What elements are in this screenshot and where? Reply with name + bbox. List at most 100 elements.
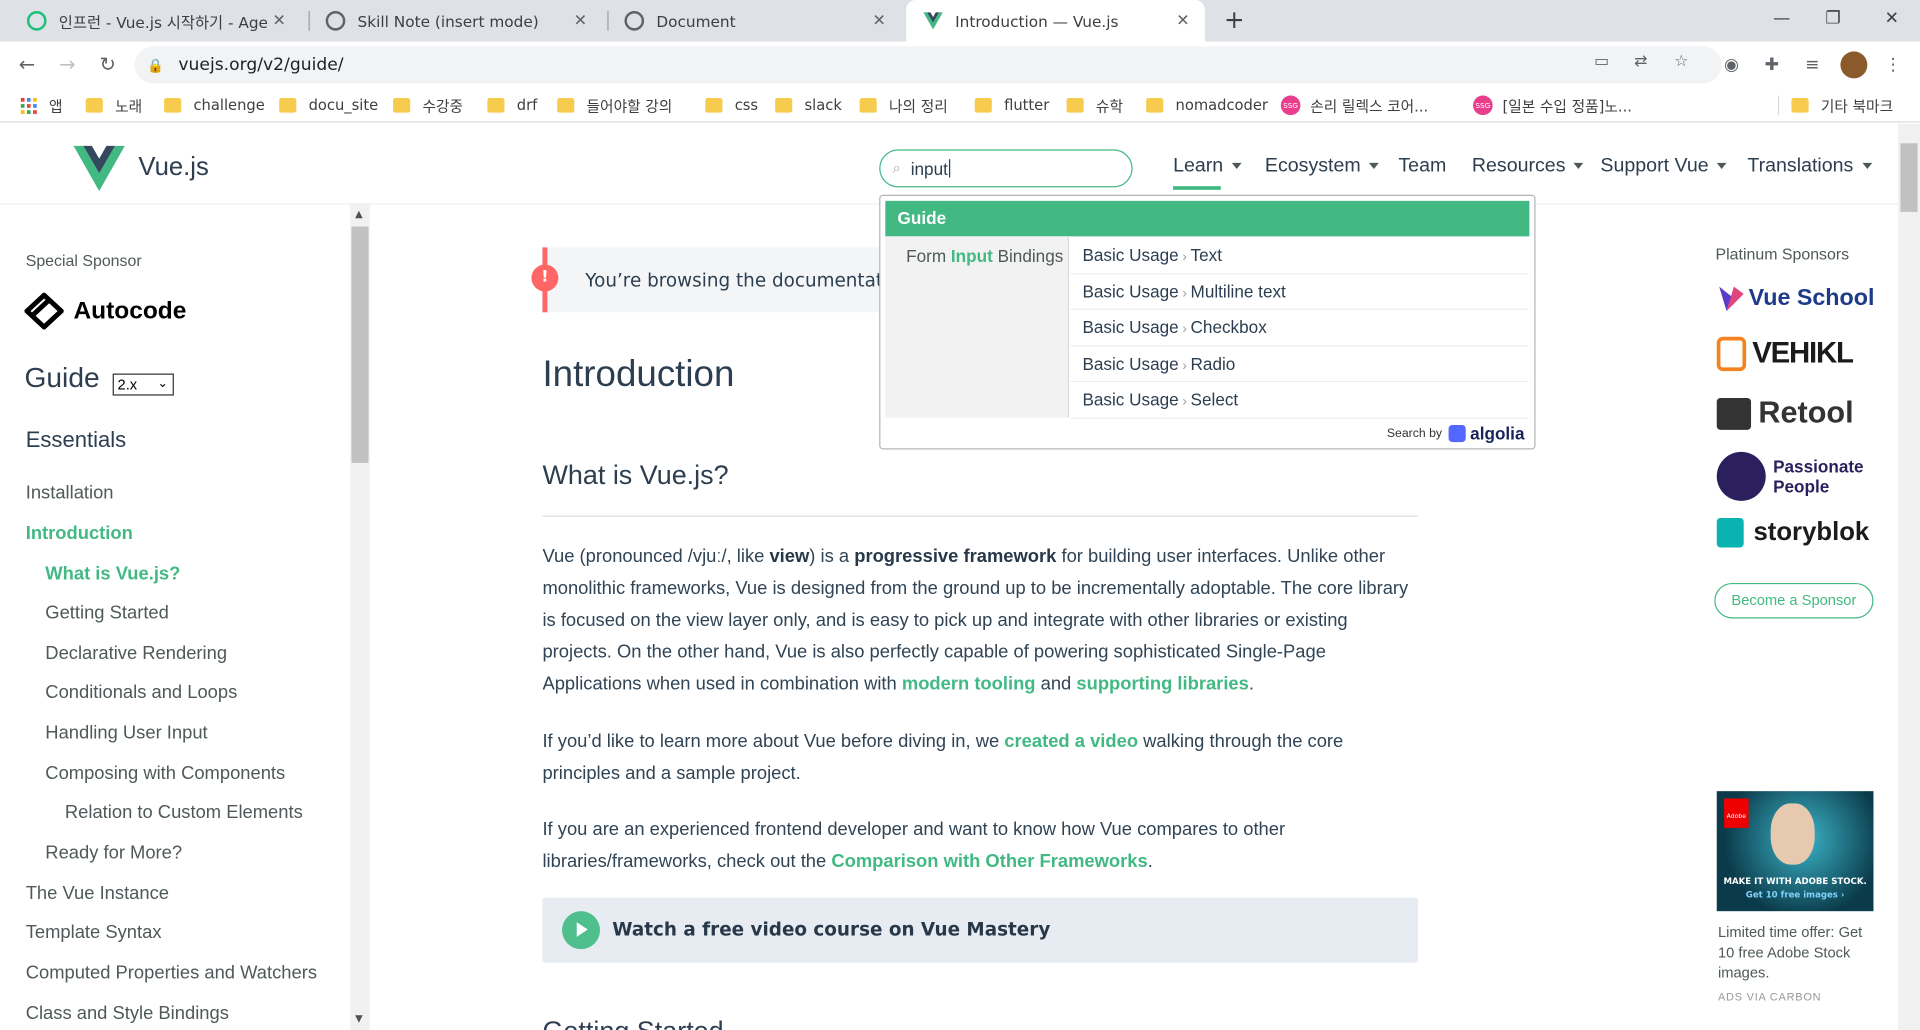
bookmark-item[interactable]: nomadcoder	[1146, 94, 1268, 116]
media-queue-icon[interactable]: ≡	[1800, 53, 1824, 77]
sidebar-subitem[interactable]: Ready for More?	[45, 843, 182, 864]
nav-resources[interactable]: Resources	[1472, 156, 1584, 178]
sponsor-retool[interactable]: Retool	[1716, 396, 1854, 432]
sidebar-subitem[interactable]: Declarative Rendering	[45, 643, 227, 664]
sponsor-vue-school[interactable]: Vue School	[1717, 284, 1874, 313]
nav-ecosystem[interactable]: Ecosystem	[1265, 156, 1380, 178]
search-result-item[interactable]: Basic Usage › Checkbox	[1070, 310, 1529, 346]
ad-text[interactable]: Limited time offer: Get 10 free Adobe St…	[1718, 922, 1877, 983]
link-modern-tooling[interactable]: modern tooling	[902, 674, 1036, 695]
scrollbar-thumb[interactable]	[351, 226, 369, 463]
browser-tab[interactable]: Skill Note (insert mode) ✕	[309, 0, 603, 42]
close-icon[interactable]: ✕	[1173, 12, 1193, 30]
vue-logo-icon[interactable]	[73, 145, 125, 196]
restore-button[interactable]: ❐	[1805, 0, 1861, 37]
sidebar-scrollbar[interactable]: ▲ ▼	[350, 204, 370, 1030]
bookmark-item[interactable]: 수강중	[393, 94, 463, 116]
sidebar-subitem[interactable]: Handling User Input	[45, 723, 207, 744]
sidebar-item[interactable]: Template Syntax	[26, 922, 162, 943]
nav-learn[interactable]: Learn	[1173, 156, 1242, 178]
results-category[interactable]: Form Input Bindings	[906, 246, 1063, 266]
search-result-item[interactable]: Basic Usage › Select	[1070, 382, 1529, 419]
sidebar-subitem[interactable]: Conditionals and Loops	[45, 682, 237, 703]
sidebar-subsubitem[interactable]: Relation to Custom Elements	[65, 802, 303, 823]
sponsor-name: storyblok	[1753, 518, 1870, 547]
bookmark-star-icon[interactable]: ☆	[1669, 50, 1693, 74]
sidebar-subitem-active[interactable]: What is Vue.js?	[45, 563, 180, 584]
bookmark-label: drf	[516, 96, 538, 114]
bookmark-item[interactable]: 들어야할 강의	[557, 94, 672, 116]
profile-avatar[interactable]	[1840, 51, 1868, 79]
special-sponsor-link[interactable]: Autocode	[24, 292, 186, 330]
nav-translations[interactable]: Translations	[1747, 156, 1872, 178]
browser-tab[interactable]: Document ✕	[607, 0, 901, 42]
scroll-up-icon[interactable]: ▲	[355, 208, 363, 219]
sidebar-item-active[interactable]: Introduction	[26, 523, 133, 544]
bookmark-item[interactable]: drf	[487, 94, 537, 116]
window-close-button[interactable]: ✕	[1864, 0, 1920, 37]
sidebar-subitem[interactable]: Composing with Components	[45, 763, 285, 784]
browser-tab-active[interactable]: Introduction — Vue.js ✕	[906, 0, 1205, 42]
search-result-item[interactable]: Basic Usage › Text	[1070, 238, 1529, 274]
bookmark-item[interactable]: SSG 손리 릴렉스 코어...	[1280, 94, 1428, 116]
bookmark-item[interactable]: 노래	[85, 94, 142, 116]
cast-icon[interactable]: ▭	[1589, 50, 1613, 74]
extension-icon[interactable]: ◉	[1719, 53, 1743, 77]
translate-icon[interactable]: ⇄	[1629, 50, 1653, 74]
bookmark-item[interactable]: challenge	[164, 94, 265, 116]
bookmark-item[interactable]: flutter	[974, 94, 1049, 116]
back-button[interactable]: ←	[13, 51, 40, 78]
sponsor-passionate-people[interactable]: Passionate People	[1716, 451, 1884, 501]
sponsor-vehikl[interactable]: VEHIKL	[1716, 336, 1854, 372]
link-created-a-video[interactable]: created a video	[1004, 731, 1138, 752]
bookmark-item[interactable]: docu_site	[279, 94, 378, 116]
bookmark-item[interactable]: SSG [일본 수입 정품]노...	[1473, 94, 1632, 116]
bookmark-item[interactable]: 기타 북마크	[1791, 94, 1893, 116]
scrollbar-thumb[interactable]	[1900, 143, 1918, 212]
version-select[interactable]: 2.x ⌄	[112, 373, 174, 396]
search-result-item[interactable]: Basic Usage › Radio	[1070, 346, 1529, 383]
link-supporting-libraries[interactable]: supporting libraries	[1076, 674, 1248, 695]
sponsor-storyblok[interactable]: storyblok	[1716, 518, 1870, 548]
caret-down-icon	[1717, 163, 1727, 170]
folder-icon	[974, 97, 992, 113]
sidebar-item[interactable]: Class and Style Bindings	[26, 1003, 229, 1024]
passionate-people-logo-icon	[1716, 451, 1766, 501]
search-input[interactable]: ⌕ input	[879, 149, 1133, 188]
sidebar-item[interactable]: The Vue Instance	[26, 883, 169, 904]
minimize-button[interactable]: —	[1753, 0, 1809, 37]
close-icon[interactable]: ✕	[269, 12, 289, 30]
forward-button[interactable]: →	[54, 51, 81, 78]
sidebar-subitem[interactable]: Getting Started	[45, 603, 169, 624]
ad-image[interactable]: Adobe MAKE IT WITH ADOBE STOCK. Get 10 f…	[1716, 791, 1874, 912]
scroll-down-icon[interactable]: ▼	[355, 1013, 363, 1024]
puzzle-icon[interactable]: ✚	[1760, 53, 1784, 77]
sidebar-item[interactable]: Computed Properties and Watchers	[26, 963, 317, 984]
bookmark-item[interactable]: slack	[775, 94, 842, 116]
close-icon[interactable]: ✕	[869, 12, 889, 30]
nav-support-vue[interactable]: Support Vue	[1600, 156, 1727, 178]
omnibox[interactable]: 🔒 vuejs.org/v2/guide/	[134, 46, 1722, 84]
bookmark-item[interactable]: css	[705, 94, 758, 116]
search-by-algolia[interactable]: Search by algolia	[1387, 424, 1525, 444]
browser-tab[interactable]: 인프런 - Vue.js 시작하기 - Age ✕	[10, 0, 301, 42]
ads-via-carbon[interactable]: ADS VIA CARBON	[1718, 991, 1821, 1003]
site-logo-text[interactable]: Vue.js	[138, 153, 209, 182]
reload-button[interactable]: ↻	[94, 51, 121, 78]
page-scrollbar[interactable]	[1897, 123, 1920, 1030]
bookmark-item[interactable]: 나의 정리	[859, 94, 948, 116]
sidebar-item[interactable]: Installation	[26, 483, 114, 504]
menu-kebab-icon[interactable]: ⋮	[1881, 53, 1905, 77]
site-header: Vue.js ⌕ input Learn Ecosystem Team Reso…	[0, 123, 1898, 205]
bookmark-item[interactable]: 슈학	[1066, 94, 1123, 116]
nav-team[interactable]: Team	[1398, 156, 1446, 178]
link-comparison[interactable]: Comparison with Other Frameworks	[831, 851, 1147, 872]
search-result-item[interactable]: Basic Usage › Multiline text	[1070, 274, 1529, 310]
web-page: Vue.js ⌕ input Learn Ecosystem Team Reso…	[0, 123, 1920, 1030]
bookmark-item[interactable]: 앱	[20, 94, 63, 116]
new-tab-button[interactable]: +	[1221, 6, 1248, 33]
close-icon[interactable]: ✕	[571, 12, 591, 30]
folder-icon	[393, 97, 411, 113]
become-sponsor-button[interactable]: Become a Sponsor	[1714, 582, 1874, 619]
video-course-banner[interactable]: Watch a free video course on Vue Mastery	[542, 897, 1418, 963]
